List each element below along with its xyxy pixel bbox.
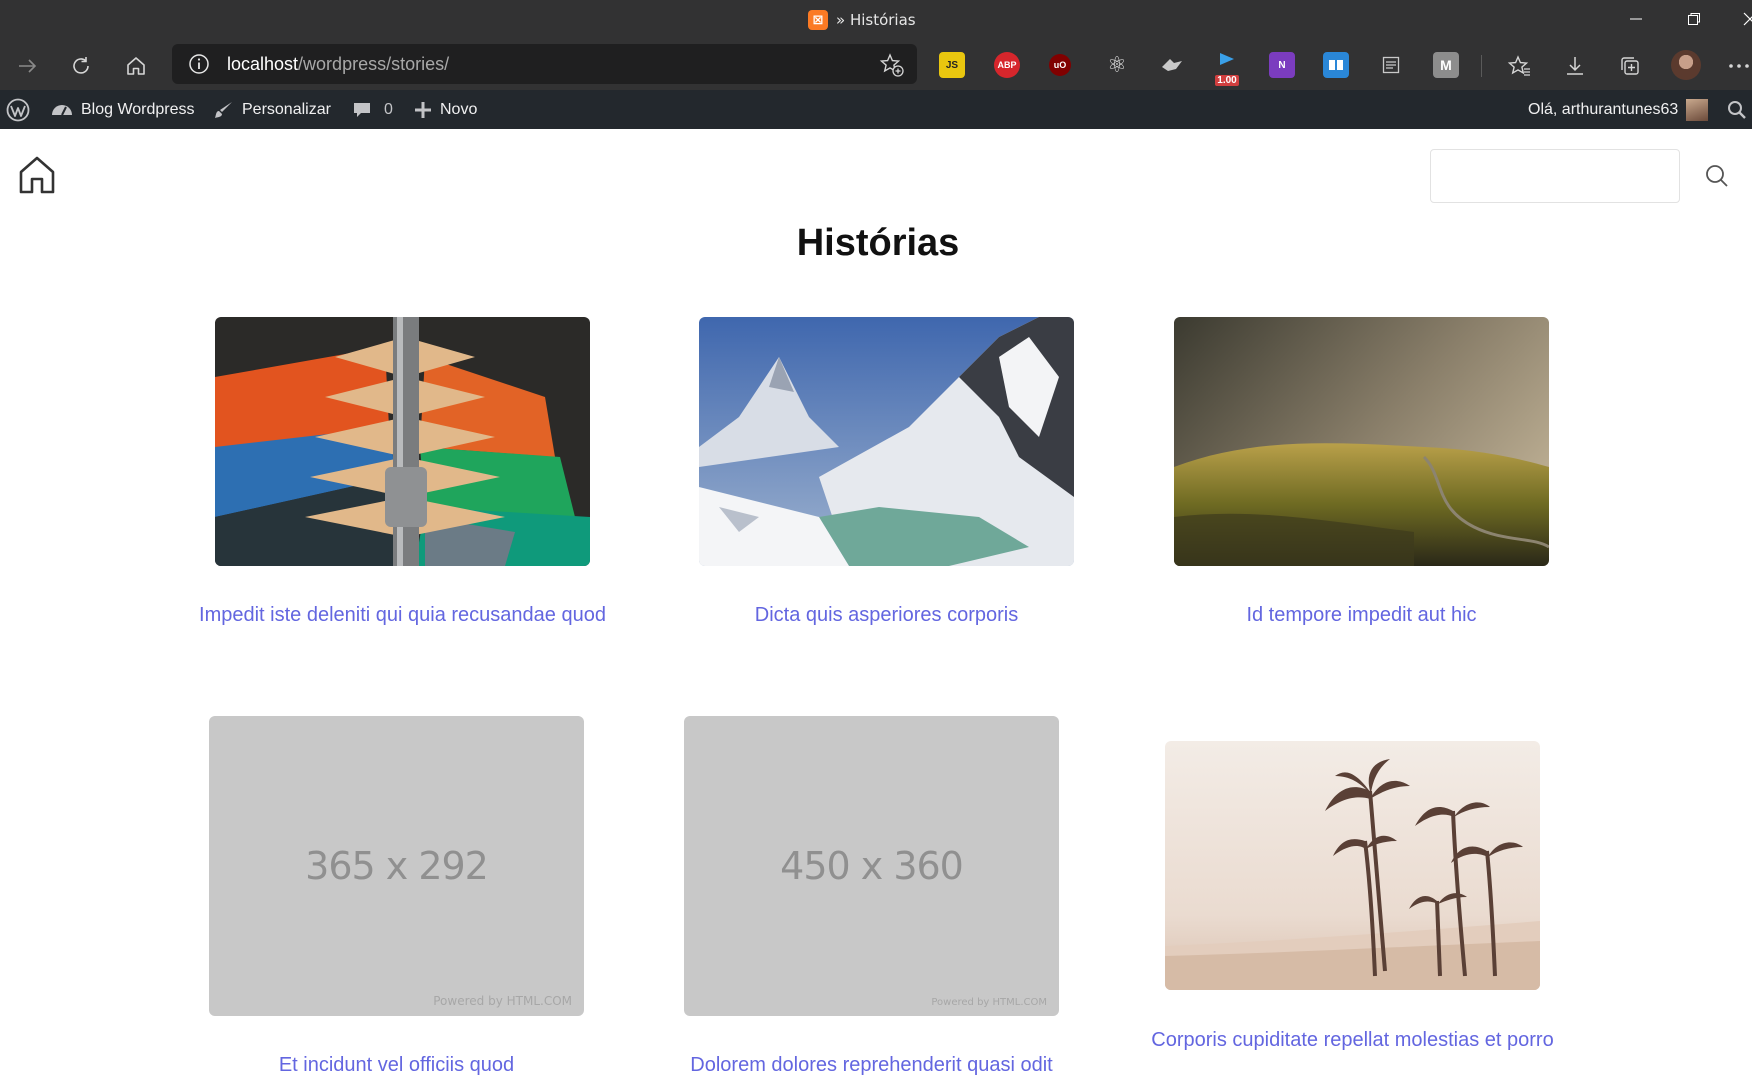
downloads-button[interactable] (1558, 49, 1592, 83)
story-title[interactable]: Id tempore impedit aut hic (1149, 604, 1574, 627)
placeholder-powered-by: Powered by HTML.COM (931, 997, 1047, 1008)
url-text[interactable]: localhost/wordpress/stories/ (227, 54, 449, 75)
snowy-mountains-photo (699, 317, 1074, 566)
brush-icon (215, 101, 232, 118)
search-button-icon[interactable] (1704, 163, 1730, 189)
collections-button[interactable] (1613, 49, 1647, 83)
minimize-icon (1630, 18, 1642, 20)
more-menu-button[interactable] (1722, 49, 1752, 83)
play-icon (1220, 53, 1234, 65)
site-name-menu[interactable]: Blog Wordpress (51, 90, 195, 129)
story-image-mountains[interactable] (699, 317, 1074, 566)
react-devtools-label: ⚛ (1107, 52, 1127, 77)
onenote-icon[interactable]: N (1269, 52, 1295, 78)
story-image-palm-trees[interactable] (1165, 741, 1540, 990)
react-devtools-icon[interactable]: ⚛ (1104, 52, 1130, 78)
js-extension-label: JS (945, 59, 959, 71)
dashboard-icon (52, 104, 72, 115)
close-icon (1743, 12, 1752, 26)
my-account-menu[interactable]: Olá, arthurantunes63 (1528, 90, 1709, 129)
m-extension-icon[interactable]: M (1433, 52, 1459, 78)
collections-icon (1621, 57, 1639, 75)
reading-list-icon[interactable] (1378, 52, 1404, 78)
palm-trees-photo (1165, 741, 1540, 990)
admin-search-button[interactable] (1727, 90, 1747, 129)
document-icon (1382, 56, 1400, 74)
search-input[interactable] (1430, 149, 1680, 203)
wp-logo-menu[interactable] (6, 90, 30, 129)
add-favorite-icon[interactable] (879, 52, 905, 78)
placeholder-dimensions: 365 x 292 (305, 844, 489, 888)
download-icon (1567, 57, 1583, 75)
tab-title: » Histórias (836, 11, 916, 29)
comments-menu[interactable]: 0 (352, 90, 393, 129)
close-button[interactable] (1730, 6, 1752, 32)
ublock-icon[interactable]: uO (1049, 54, 1071, 76)
onenote-label: N (1278, 59, 1286, 71)
js-extension-icon[interactable]: JS (939, 52, 965, 78)
story-title[interactable]: Corporis cupiditate repellat molestias e… (1140, 1029, 1565, 1052)
profile-avatar[interactable] (1671, 50, 1701, 80)
favorites-star-icon (1507, 55, 1530, 76)
home-icon (127, 57, 145, 75)
restore-icon (1688, 13, 1700, 25)
browser-title-bar: ⊠ » Histórias (0, 0, 1752, 41)
site-name-label: Blog Wordpress (81, 100, 195, 118)
adblock-plus-label: ABP (997, 60, 1017, 70)
story-image-placeholder[interactable]: 365 x 292 Powered by HTML.COM (209, 716, 584, 1016)
story-image-clothes[interactable] (215, 317, 590, 566)
m-extension-label: M (1440, 57, 1452, 73)
browser-toolbar: localhost/wordpress/stories/ JS ABP uO ⚛… (0, 41, 1752, 90)
ublock-label: uO (1053, 60, 1067, 70)
story-image-hills[interactable] (1174, 317, 1549, 566)
greeting-label: Olá, arthurantunes63 (1528, 100, 1679, 118)
arrow-right-icon (19, 59, 37, 73)
reload-button[interactable] (64, 49, 98, 83)
plus-icon (415, 101, 431, 118)
story-title[interactable]: Impedit iste deleniti qui quia recusanda… (190, 604, 615, 627)
address-bar[interactable]: localhost/wordpress/stories/ (172, 44, 917, 84)
toolbar-separator (1481, 55, 1482, 77)
reload-icon (73, 57, 89, 74)
book-icon (1329, 60, 1343, 70)
xampp-icon: ⊠ (808, 10, 828, 30)
story-image-placeholder[interactable]: 450 x 360 Powered by HTML.COM (684, 716, 1059, 1016)
new-content-menu[interactable]: Novo (414, 90, 477, 129)
wappalyzer-icon[interactable] (1159, 52, 1185, 78)
forward-button[interactable] (10, 49, 44, 83)
wappalyzer-glyph (1162, 59, 1182, 71)
comment-bubble-icon (354, 102, 370, 117)
page-title: Histórias (796, 222, 960, 264)
restore-button[interactable] (1674, 6, 1714, 32)
info-icon[interactable] (188, 53, 210, 75)
search-icon (1728, 100, 1746, 119)
more-dots-icon (1729, 64, 1749, 68)
user-avatar (1686, 98, 1709, 121)
reader-extension-icon[interactable] (1323, 52, 1349, 78)
story-title[interactable]: Dicta quis asperiores corporis (674, 604, 1099, 627)
new-label: Novo (440, 100, 478, 118)
clothes-hangers-photo (215, 317, 590, 566)
tab-title-group[interactable]: ⊠ » Histórias (808, 9, 916, 31)
site-home-icon[interactable] (18, 155, 56, 195)
story-title[interactable]: Et incidunt vel officiis quod (184, 1054, 609, 1077)
placeholder-dimensions: 450 x 360 (780, 844, 964, 888)
story-title[interactable]: Dolorem dolores reprehenderit quasi odit (659, 1054, 1084, 1077)
wp-admin-bar: Blog Wordpress Personalizar 0 Novo Olá, … (0, 90, 1752, 129)
url-host: localhost (227, 54, 299, 74)
customize-menu[interactable]: Personalizar (214, 90, 331, 129)
foggy-hills-photo (1174, 317, 1549, 566)
wordpress-logo-icon (6, 98, 30, 121)
minimize-button[interactable] (1616, 6, 1656, 32)
comments-count: 0 (384, 100, 393, 118)
speed-extension-icon[interactable]: 1.00 (1212, 52, 1242, 86)
speed-value: 1.00 (1215, 75, 1239, 86)
customize-label: Personalizar (242, 100, 331, 118)
adblock-plus-icon[interactable]: ABP (994, 52, 1020, 78)
placeholder-powered-by: Powered by HTML.COM (433, 994, 572, 1008)
url-path: /wordpress/stories/ (298, 54, 450, 74)
favorites-button[interactable] (1502, 49, 1536, 83)
home-button[interactable] (119, 49, 153, 83)
